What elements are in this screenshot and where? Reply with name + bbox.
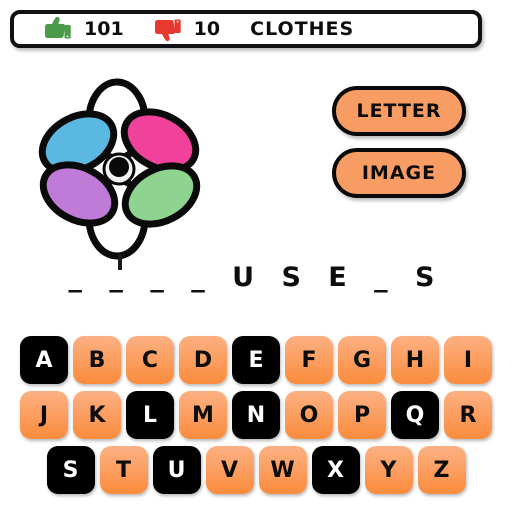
letter-hint-button[interactable]: LETTER — [332, 86, 466, 136]
key-x: X — [311, 446, 360, 494]
keyboard-row-3: STUVWXYZ — [0, 446, 512, 494]
key-r[interactable]: R — [444, 391, 492, 439]
key-c[interactable]: C — [126, 336, 174, 384]
key-l: L — [126, 391, 174, 439]
category-label: CLOTHES — [250, 18, 355, 40]
key-z[interactable]: Z — [417, 446, 466, 494]
letter-keyboard: ABCDEFGHI JKLMNOPQR STUVWXYZ — [0, 336, 512, 501]
key-k[interactable]: K — [73, 391, 121, 439]
key-g[interactable]: G — [338, 336, 386, 384]
key-d[interactable]: D — [179, 336, 227, 384]
image-hint-button[interactable]: IMAGE — [332, 148, 466, 198]
key-m[interactable]: M — [179, 391, 227, 439]
key-f[interactable]: F — [285, 336, 333, 384]
flower-pinwheel-icon — [34, 58, 210, 273]
word-display: _ _ _ _ U S E _ S — [68, 262, 444, 293]
keyboard-row-2: JKLMNOPQR — [0, 391, 512, 439]
key-w[interactable]: W — [258, 446, 307, 494]
key-s: S — [46, 446, 95, 494]
key-q: Q — [391, 391, 439, 439]
key-p[interactable]: P — [338, 391, 386, 439]
keyboard-row-1: ABCDEFGHI — [0, 336, 512, 384]
key-o[interactable]: O — [285, 391, 333, 439]
dislikes-count: 10 — [193, 18, 221, 40]
status-bar: 101 10 CLOTHES — [10, 10, 482, 48]
likes-group: 101 — [42, 14, 124, 44]
key-h[interactable]: H — [391, 336, 439, 384]
key-j[interactable]: J — [20, 391, 68, 439]
key-v[interactable]: V — [205, 446, 254, 494]
thumbs-up-icon — [42, 16, 72, 42]
key-u: U — [152, 446, 201, 494]
key-t[interactable]: T — [99, 446, 148, 494]
key-y[interactable]: Y — [364, 446, 413, 494]
dislikes-group: 10 — [152, 14, 220, 44]
key-e: E — [232, 336, 280, 384]
key-a: A — [20, 336, 68, 384]
thumbs-down-icon — [152, 16, 182, 42]
key-b[interactable]: B — [73, 336, 121, 384]
key-n: N — [232, 391, 280, 439]
likes-count: 101 — [84, 18, 124, 40]
key-i[interactable]: I — [444, 336, 492, 384]
